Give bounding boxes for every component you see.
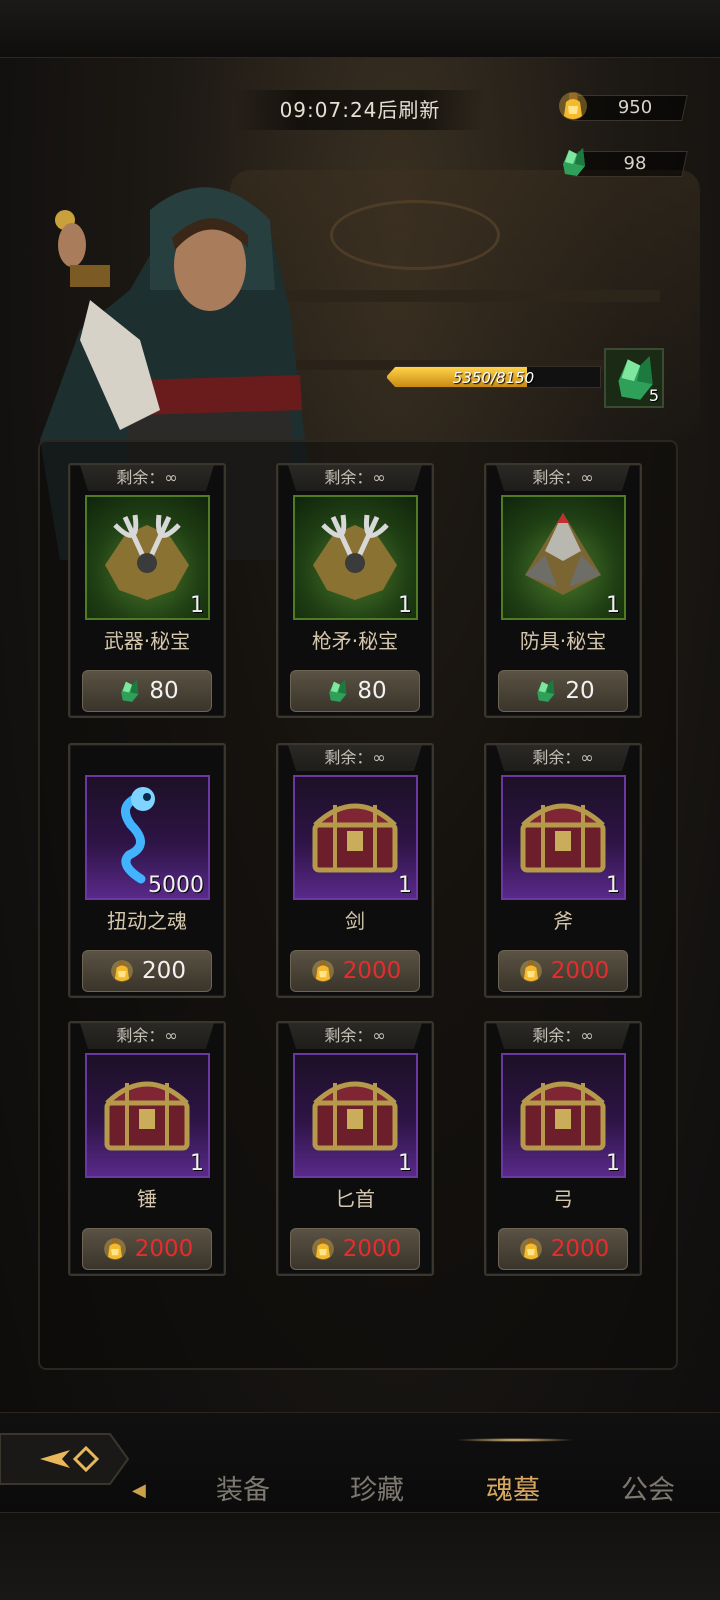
buy-button[interactable]: 200 [82,950,212,992]
shop-item-card[interactable]: 剩余：∞ 1 防具·秘宝 20 [484,463,642,718]
gold-currency: 950 [555,92,688,122]
item-thumbnail: 1 [293,1053,418,1178]
remaining-stock: 剩余：∞ [288,1023,422,1049]
remaining-stock: 剩余：∞ [496,745,630,771]
buy-button[interactable]: 2000 [82,1228,212,1270]
item-name: 锤 [137,1187,157,1211]
chandelier-ring [330,200,500,270]
item-name: 武器·秘宝 [103,629,191,653]
item-name: 弓 [553,1187,573,1211]
item-price: 2000 [134,1236,194,1262]
gold-amount: 950 [617,97,653,118]
item-name: 剑 [345,909,365,933]
item-quantity: 1 [398,593,412,618]
item-thumbnail: 1 [501,775,626,900]
item-quantity: 1 [606,873,620,898]
item-name: 枪矛·秘宝 [311,629,399,653]
item-price: 2000 [550,1236,610,1262]
item-quantity: 1 [190,1151,204,1176]
item-quantity: 1 [398,873,412,898]
item-thumbnail: 1 [501,1053,626,1178]
refresh-timer: 09:07:24后刷新 [235,90,485,130]
back-arrow-icon[interactable] [0,1428,132,1490]
item-price: 80 [357,678,387,704]
buy-button[interactable]: 2000 [498,950,628,992]
tab-equipment[interactable]: 装备 [198,1468,288,1507]
buy-button[interactable]: 80 [290,670,420,712]
shop-item-card[interactable]: 剩余：∞ 1 匕首 2000 [276,1021,434,1276]
item-name: 斧 [553,909,573,933]
green-crystal-icon [121,680,139,702]
buy-button[interactable]: 2000 [290,1228,420,1270]
green-crystal-icon [563,148,585,176]
item-price: 2000 [550,958,610,984]
remaining-stock: 剩余：∞ [496,1023,630,1049]
item-thumbnail: 5000 [85,775,210,900]
reward-count: 5 [648,386,659,405]
item-thumbnail: 1 [85,1053,210,1178]
shop-item-card[interactable]: 剩余：∞ 1 剑 2000 [276,743,434,998]
soul-bottle-icon [519,960,542,982]
shop-item-card[interactable]: 剩余：∞ 1 武器·秘宝 80 [68,463,226,718]
soul-bottle-icon [519,1238,542,1260]
soul-bottle-icon [111,960,133,982]
tab-soul-tomb[interactable]: 魂墓 [468,1468,558,1507]
item-quantity: 1 [606,593,620,618]
top-ornament [0,0,720,58]
tab-guild[interactable]: 公会 [603,1468,693,1507]
buy-button[interactable]: 2000 [290,950,420,992]
item-quantity: 1 [398,1151,412,1176]
remaining-stock: 剩余：∞ [80,465,214,491]
remaining-stock: 剩余：∞ [288,465,422,491]
gem-currency: 98 [555,148,688,178]
item-name: 扭动之魂 [107,909,187,933]
shop-item-card[interactable]: 剩余：∞ 1 弓 2000 [484,1021,642,1276]
gem-amount: 98 [623,153,647,174]
buy-button[interactable]: 20 [498,670,628,712]
soul-bottle-icon [103,1238,126,1260]
item-price: 200 [142,958,186,984]
shop-item-card[interactable]: 剩余：∞ 1 枪矛·秘宝 80 [276,463,434,718]
item-price: 20 [565,678,595,704]
item-price: 2000 [342,1236,402,1262]
soul-bottle-icon [311,1238,334,1260]
buy-button[interactable]: 2000 [498,1228,628,1270]
item-thumbnail: 1 [293,775,418,900]
progress-text: 5350/8150 [452,369,535,387]
item-name: 匕首 [335,1187,375,1211]
item-price: 80 [149,678,179,704]
item-thumbnail: 1 [85,495,210,620]
soul-bottle-icon [559,92,587,120]
crystal-reward-slot[interactable]: 5 [604,348,664,408]
item-quantity: 5000 [148,873,204,898]
footer-ornament [0,1512,720,1600]
item-name: 防具·秘宝 [519,629,607,653]
item-quantity: 1 [606,1151,620,1176]
remaining-stock: 剩余：∞ [80,1023,214,1049]
collection-progress-bar: 5350/8150 [386,366,601,388]
item-quantity: 1 [190,593,204,618]
item-price: 2000 [342,958,402,984]
soul-bottle-icon [311,960,334,982]
scroll-left-icon[interactable]: ◀ [132,1480,146,1501]
tab-collection[interactable]: 珍藏 [332,1468,422,1507]
active-tab-glow [455,1438,575,1442]
shop-item-card[interactable]: 剩余：∞ 1 锤 2000 [68,1021,226,1276]
remaining-stock: 剩余：∞ [496,465,630,491]
remaining-stock: 剩余：∞ [288,745,422,771]
item-thumbnail: 1 [501,495,626,620]
shop-item-card[interactable]: 5000 扭动之魂 200 [68,743,226,998]
green-crystal-icon [329,680,347,702]
shop-item-card[interactable]: 剩余：∞ 1 斧 2000 [484,743,642,998]
buy-button[interactable]: 80 [82,670,212,712]
green-crystal-icon [537,680,555,702]
item-thumbnail: 1 [293,495,418,620]
